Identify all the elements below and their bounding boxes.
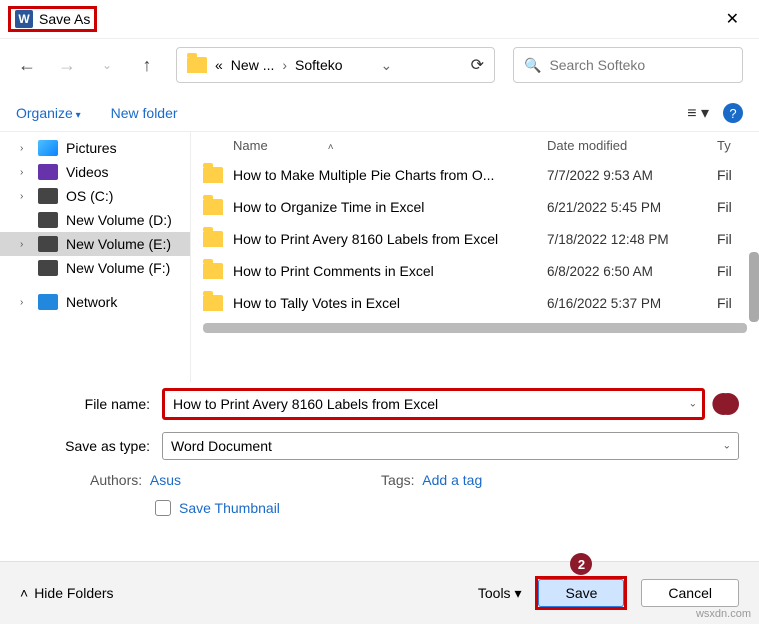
savetype-input[interactable] bbox=[162, 432, 739, 460]
folder-icon bbox=[187, 57, 207, 73]
file-row[interactable]: How to Print Comments in Excel6/8/2022 6… bbox=[191, 255, 759, 287]
column-headers[interactable]: Name ˄ Date modified Ty bbox=[191, 132, 759, 159]
sort-asc-icon: ˄ bbox=[328, 142, 334, 153]
col-type[interactable]: Ty bbox=[717, 138, 747, 153]
file-row[interactable]: How to Print Avery 8160 Labels from Exce… bbox=[191, 223, 759, 255]
folder-tree: ›Pictures ›Videos ›OS (C:) New Volume (D… bbox=[0, 132, 190, 382]
bc-part1[interactable]: New ... bbox=[231, 57, 275, 73]
toolbar: Organize New folder ≡ ▾ ? bbox=[0, 95, 759, 132]
annotation-badge-2: 2 bbox=[570, 553, 592, 575]
file-row[interactable]: How to Tally Votes in Excel6/16/2022 5:3… bbox=[191, 287, 759, 319]
tree-item-nv-e[interactable]: ›New Volume (E:) bbox=[0, 232, 190, 256]
thumbnail-row: Save Thumbnail bbox=[0, 494, 759, 522]
savetype-label: Save as type: bbox=[20, 438, 150, 454]
view-options-icon[interactable]: ≡ ▾ bbox=[687, 103, 709, 123]
hide-folders-toggle[interactable]: ˄ Hide Folders bbox=[20, 585, 114, 601]
refresh-icon[interactable]: ⟳ bbox=[471, 55, 484, 75]
footer: ˄ Hide Folders Tools ▾ 2 Save Cancel bbox=[0, 561, 759, 624]
chevron-down-icon[interactable]: ⌄ bbox=[381, 57, 393, 74]
tree-item-nv-d[interactable]: New Volume (D:) bbox=[0, 208, 190, 232]
file-list-pane: Name ˄ Date modified Ty How to Make Multi… bbox=[190, 132, 759, 382]
col-date[interactable]: Date modified bbox=[547, 138, 717, 153]
title-highlight: W Save As bbox=[8, 6, 97, 32]
search-placeholder: Search Softeko bbox=[549, 57, 645, 73]
filename-row: File name: ⌄ 1 bbox=[0, 382, 759, 426]
dialog-title: Save As bbox=[39, 11, 90, 27]
chevron-up-icon: ˄ bbox=[20, 585, 28, 601]
tags-label: Tags: bbox=[381, 472, 414, 488]
file-row[interactable]: How to Organize Time in Excel6/21/2022 5… bbox=[191, 191, 759, 223]
watermark: wsxdn.com bbox=[696, 608, 751, 620]
help-icon[interactable]: ? bbox=[723, 103, 743, 123]
tags-value[interactable]: Add a tag bbox=[422, 472, 482, 488]
tree-item-videos[interactable]: ›Videos bbox=[0, 160, 190, 184]
bc-part2[interactable]: Softeko bbox=[295, 57, 342, 73]
save-button[interactable]: Save bbox=[538, 579, 624, 607]
titlebar: W Save As ✕ bbox=[0, 0, 759, 39]
filename-label: File name: bbox=[20, 396, 150, 412]
save-thumbnail-label[interactable]: Save Thumbnail bbox=[179, 500, 280, 516]
main-area: ›Pictures ›Videos ›OS (C:) New Volume (D… bbox=[0, 132, 759, 382]
new-folder-button[interactable]: New folder bbox=[111, 105, 178, 121]
search-input[interactable]: 🔍 Search Softeko bbox=[513, 47, 743, 83]
breadcrumb[interactable]: « New ... › Softeko ⌄ ⟳ bbox=[176, 47, 495, 83]
chevron-right-icon: › bbox=[282, 57, 287, 73]
col-name[interactable]: Name bbox=[233, 138, 268, 153]
folder-icon bbox=[203, 263, 223, 279]
close-icon[interactable]: ✕ bbox=[726, 9, 739, 29]
folder-icon bbox=[203, 167, 223, 183]
save-thumbnail-checkbox[interactable] bbox=[155, 500, 171, 516]
drive-icon bbox=[38, 260, 58, 276]
file-row[interactable]: How to Make Multiple Pie Charts from O..… bbox=[191, 159, 759, 191]
network-icon bbox=[38, 294, 58, 310]
tree-item-network[interactable]: ›Network bbox=[0, 290, 190, 314]
search-icon: 🔍 bbox=[524, 57, 541, 74]
up-arrow-icon[interactable]: ↑ bbox=[136, 55, 158, 76]
pictures-icon bbox=[38, 140, 58, 156]
authors-label: Authors: bbox=[90, 472, 142, 488]
drive-icon bbox=[38, 212, 58, 228]
tree-item-nv-f[interactable]: New Volume (F:) bbox=[0, 256, 190, 280]
recent-chevron-icon[interactable]: ⌄ bbox=[96, 58, 118, 72]
horizontal-scrollbar[interactable] bbox=[203, 323, 747, 333]
savetype-row: Save as type: ⌄ bbox=[0, 426, 759, 466]
tree-item-pictures[interactable]: ›Pictures bbox=[0, 136, 190, 160]
drive-icon bbox=[38, 188, 58, 204]
back-arrow-icon[interactable]: ← bbox=[16, 55, 38, 76]
authors-value[interactable]: Asus bbox=[150, 472, 181, 488]
cancel-button[interactable]: Cancel bbox=[641, 579, 739, 607]
tree-item-os-c[interactable]: ›OS (C:) bbox=[0, 184, 190, 208]
vertical-scrollbar[interactable] bbox=[749, 252, 759, 322]
drive-icon bbox=[38, 236, 58, 252]
tools-button[interactable]: Tools ▾ bbox=[478, 585, 522, 602]
folder-icon bbox=[203, 231, 223, 247]
videos-icon bbox=[38, 164, 58, 180]
nav-row: ← → ⌄ ↑ « New ... › Softeko ⌄ ⟳ 🔍 Search… bbox=[0, 39, 759, 95]
filename-input[interactable] bbox=[162, 388, 705, 420]
forward-arrow-icon[interactable]: → bbox=[56, 55, 78, 76]
metadata-row: Authors: Asus Tags: Add a tag bbox=[0, 466, 759, 494]
bc-prefix: « bbox=[215, 57, 223, 73]
folder-icon bbox=[203, 199, 223, 215]
folder-icon bbox=[203, 295, 223, 311]
organize-button[interactable]: Organize bbox=[16, 105, 81, 121]
save-highlight: 2 Save bbox=[535, 576, 627, 610]
word-icon: W bbox=[15, 10, 33, 28]
